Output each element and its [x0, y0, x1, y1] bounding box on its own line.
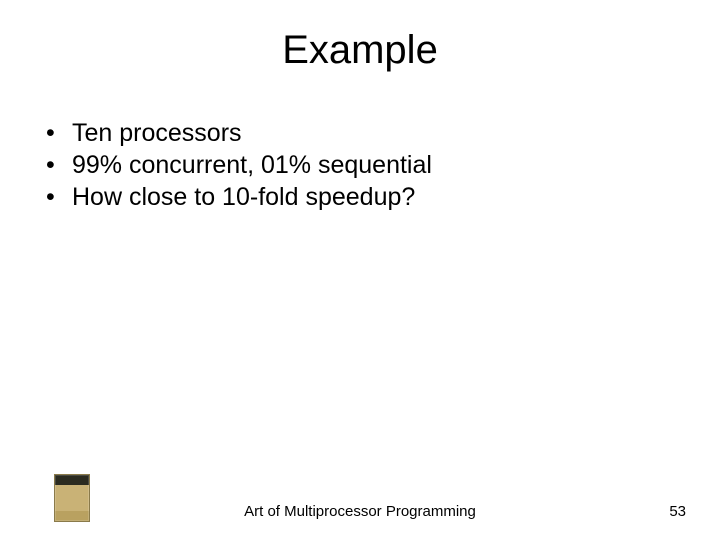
slide: Example Ten processors 99% concurrent, 0… — [0, 0, 720, 540]
bullet-item: 99% concurrent, 01% sequential — [42, 149, 684, 181]
bullet-list: Ten processors 99% concurrent, 01% seque… — [36, 117, 684, 213]
slide-title: Example — [36, 28, 684, 73]
footer-text: Art of Multiprocessor Programming — [0, 503, 720, 520]
bullet-item: How close to 10-fold speedup? — [42, 181, 684, 213]
page-number: 53 — [669, 503, 686, 520]
bullet-item: Ten processors — [42, 117, 684, 149]
footer: Art of Multiprocessor Programming 53 — [0, 472, 720, 522]
